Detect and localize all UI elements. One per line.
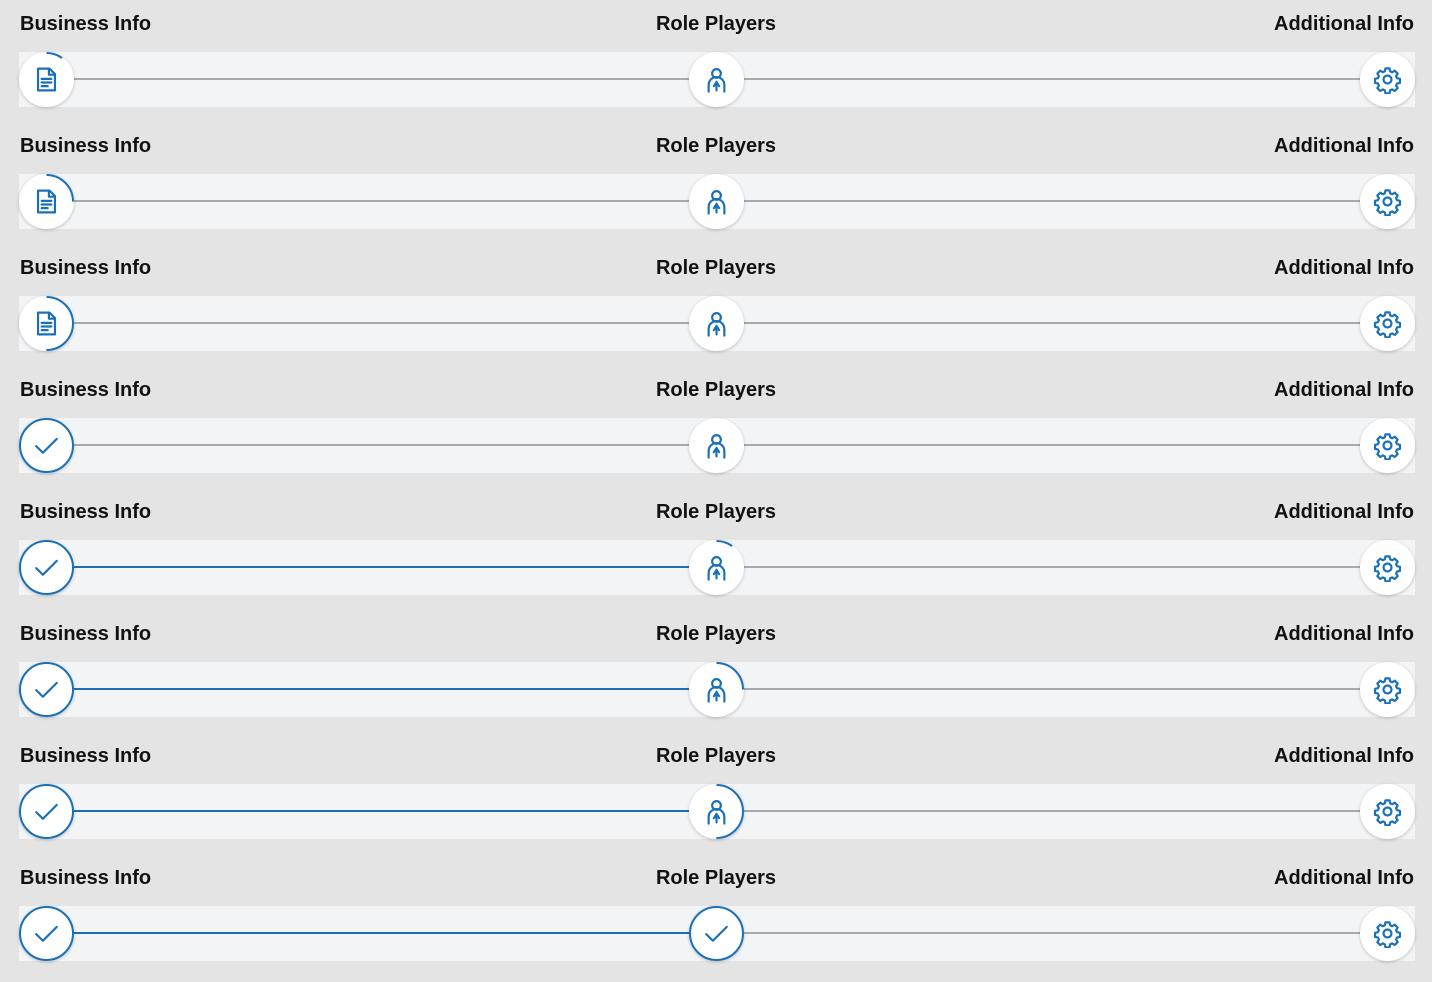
step-label-role-players: Role Players	[655, 135, 777, 157]
check-icon	[35, 437, 58, 454]
step-connector-1	[74, 322, 690, 324]
step-node-role-players[interactable]	[689, 52, 744, 107]
check-icon	[35, 559, 58, 576]
step-connector-2	[744, 932, 1360, 934]
gear-icon	[1373, 677, 1402, 704]
person-icon	[707, 68, 726, 93]
step-node-additional-info[interactable]	[1360, 540, 1415, 595]
step-label-role-players: Role Players	[655, 623, 777, 645]
step-label-role-players: Role Players	[655, 13, 777, 35]
step-node-business-info[interactable]	[19, 784, 74, 839]
step-connector-2	[744, 200, 1360, 202]
document-icon	[36, 67, 57, 92]
document-icon	[36, 189, 57, 214]
step-node-role-players[interactable]	[689, 540, 744, 595]
progress-stepper: Business Info Role Players Additional In…	[0, 733, 1432, 855]
step-label-role-players: Role Players	[655, 745, 777, 767]
check-icon	[35, 803, 58, 820]
step-connector-2	[744, 444, 1360, 446]
step-label-additional-info: Additional Info	[1274, 745, 1414, 767]
step-label-role-players: Role Players	[655, 379, 777, 401]
step-node-business-info[interactable]	[19, 174, 74, 229]
step-node-business-info[interactable]	[19, 52, 74, 107]
gear-icon	[1373, 555, 1402, 582]
step-connector-1	[74, 78, 690, 80]
step-connector-2	[744, 566, 1360, 568]
gear-icon	[1373, 433, 1402, 460]
gear-icon	[1373, 189, 1402, 216]
progress-stepper: Business Info Role Players Additional In…	[0, 123, 1432, 245]
step-node-business-info[interactable]	[19, 906, 74, 961]
step-node-additional-info[interactable]	[1360, 906, 1415, 961]
check-icon	[35, 681, 58, 698]
step-node-role-players[interactable]	[689, 418, 744, 473]
step-connector-1	[74, 566, 690, 568]
step-node-business-info[interactable]	[19, 662, 74, 717]
person-icon	[707, 678, 726, 703]
step-label-additional-info: Additional Info	[1274, 13, 1414, 35]
step-node-additional-info[interactable]	[1360, 52, 1415, 107]
step-node-role-players[interactable]	[689, 662, 744, 717]
step-label-role-players: Role Players	[655, 257, 777, 279]
step-connector-1	[74, 688, 690, 690]
step-label-additional-info: Additional Info	[1274, 135, 1414, 157]
stepper-list: Business Info Role Players Additional In…	[0, 0, 1432, 982]
step-node-additional-info[interactable]	[1360, 174, 1415, 229]
step-label-additional-info: Additional Info	[1274, 501, 1414, 523]
step-node-additional-info[interactable]	[1360, 296, 1415, 351]
person-icon	[707, 190, 726, 215]
step-connector-1	[74, 444, 690, 446]
step-connector-1	[74, 932, 690, 934]
step-node-additional-info[interactable]	[1360, 784, 1415, 839]
check-icon	[35, 925, 58, 942]
step-connector-2	[744, 78, 1360, 80]
person-icon	[707, 556, 726, 581]
step-connector-1	[74, 810, 690, 812]
person-icon	[707, 312, 726, 337]
step-label-additional-info: Additional Info	[1274, 867, 1414, 889]
progress-stepper: Business Info Role Players Additional In…	[0, 1, 1432, 123]
gear-icon	[1373, 921, 1402, 948]
step-connector-2	[744, 322, 1360, 324]
progress-stepper: Business Info Role Players Additional In…	[0, 611, 1432, 733]
step-node-additional-info[interactable]	[1360, 418, 1415, 473]
progress-stepper: Business Info Role Players Additional In…	[0, 367, 1432, 489]
progress-stepper: Business Info Role Players Additional In…	[0, 489, 1432, 611]
progress-stepper: Business Info Role Players Additional In…	[0, 245, 1432, 367]
gear-icon	[1373, 311, 1402, 338]
check-icon	[705, 925, 728, 942]
person-icon	[707, 800, 726, 825]
step-node-business-info[interactable]	[19, 540, 74, 595]
gear-icon	[1373, 67, 1402, 94]
step-node-additional-info[interactable]	[1360, 662, 1415, 717]
step-node-role-players[interactable]	[689, 174, 744, 229]
step-label-additional-info: Additional Info	[1274, 379, 1414, 401]
step-connector-2	[744, 810, 1360, 812]
step-node-business-info[interactable]	[19, 296, 74, 351]
person-icon	[707, 434, 726, 459]
step-label-additional-info: Additional Info	[1274, 623, 1414, 645]
step-node-role-players[interactable]	[689, 784, 744, 839]
step-label-role-players: Role Players	[655, 867, 777, 889]
step-node-role-players[interactable]	[689, 906, 744, 961]
document-icon	[36, 311, 57, 336]
step-label-additional-info: Additional Info	[1274, 257, 1414, 279]
step-connector-2	[744, 688, 1360, 690]
progress-stepper: Business Info Role Players Additional In…	[0, 855, 1432, 977]
step-node-role-players[interactable]	[689, 296, 744, 351]
step-node-business-info[interactable]	[19, 418, 74, 473]
step-label-role-players: Role Players	[655, 501, 777, 523]
gear-icon	[1373, 799, 1402, 826]
step-connector-1	[74, 200, 690, 202]
